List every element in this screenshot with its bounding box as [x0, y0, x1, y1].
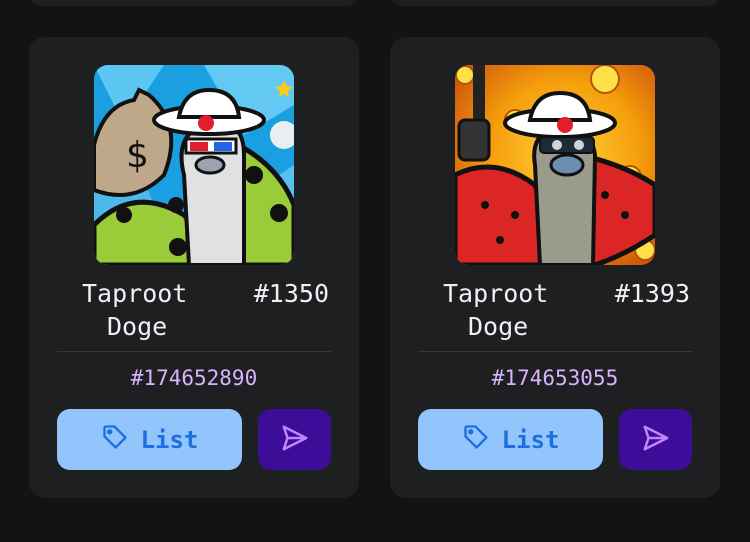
- svg-text:$: $: [126, 135, 149, 176]
- nft-card[interactable]: Taproot Doge #1393 #174653055 List: [390, 37, 720, 498]
- list-button-label: List: [501, 425, 560, 454]
- card-above-right: [390, 0, 720, 6]
- send-button[interactable]: [258, 409, 331, 470]
- card-above-left: [29, 0, 359, 6]
- tag-icon: [462, 423, 490, 457]
- nft-image[interactable]: [455, 65, 655, 265]
- divider: [57, 351, 331, 352]
- send-button[interactable]: [619, 409, 692, 470]
- send-icon: [280, 423, 310, 456]
- tag-icon: [101, 423, 129, 457]
- nft-name-line2: Doge: [107, 312, 168, 341]
- list-button[interactable]: List: [418, 409, 603, 470]
- divider: [418, 351, 692, 352]
- nft-image[interactable]: $: [94, 65, 294, 265]
- nft-name-line1: Taproot: [443, 279, 549, 308]
- inscription-number[interactable]: #174653055: [390, 366, 720, 390]
- nft-number: #1350: [253, 279, 329, 308]
- nft-number: #1393: [614, 279, 690, 308]
- send-icon: [641, 423, 671, 456]
- list-button-label: List: [140, 425, 199, 454]
- nft-card[interactable]: $ Taproot Doge #1350 #174652890 List: [29, 37, 359, 498]
- nft-name-line1: Taproot: [82, 279, 188, 308]
- inscription-number[interactable]: #174652890: [29, 366, 359, 390]
- list-button[interactable]: List: [57, 409, 242, 470]
- nft-name-line2: Doge: [468, 312, 529, 341]
